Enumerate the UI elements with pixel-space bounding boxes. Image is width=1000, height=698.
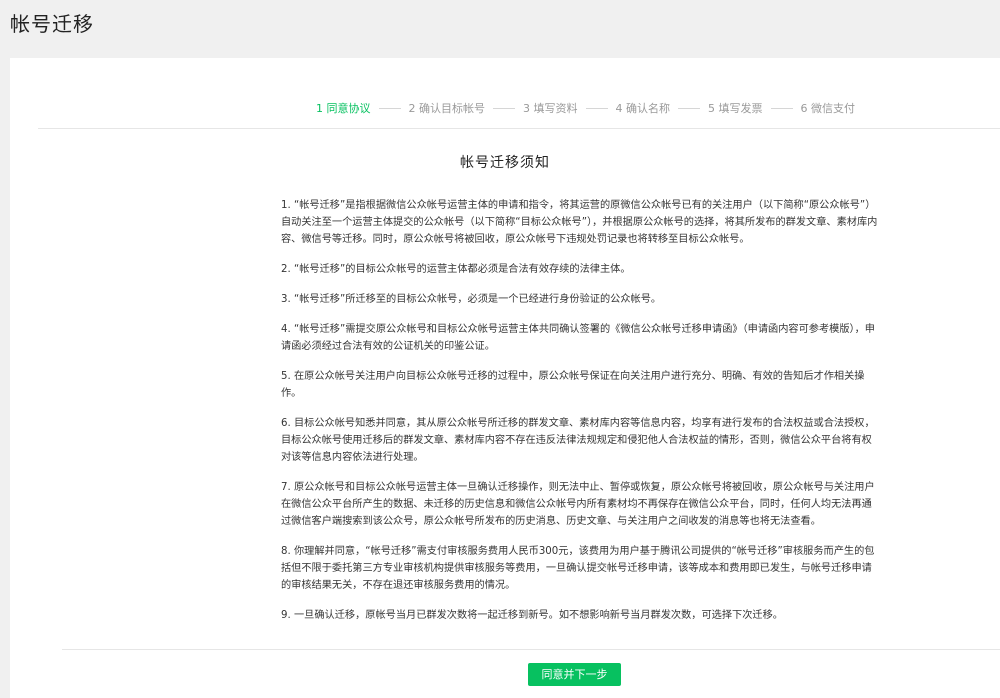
step-4: 4 确认名称: [615, 102, 671, 115]
term-item: 2. “帐号迁移”的目标公众帐号的运营主体都必须是合法有效存续的法律主体。: [281, 264, 631, 275]
footer-divider: [62, 649, 1000, 650]
term-item: 8. 你理解并同意，“帐号迁移”需支付审核服务费用人民币300元，该费用为用户基…: [281, 546, 875, 591]
step-1: 1 同意协议: [316, 102, 371, 115]
terms-list: 1. “帐号迁移”是指根据微信公众帐号运营主体的申请和指令，将其运营的原微信公众…: [281, 197, 879, 637]
step-separator: [678, 107, 700, 109]
term-item: 7. 原公众帐号和目标公众帐号运营主体一旦确认迁移操作，则无法中止、暂停或恢复，…: [281, 482, 875, 527]
step-progress: 1 同意协议 2 确认目标帐号 3 填写资料 4 确认名称 5 填写发票 6 微…: [316, 100, 855, 116]
term-item: 5. 在原公众帐号关注用户向目标公众帐号迁移的过程中，原公众帐号保证在向关注用户…: [281, 371, 865, 399]
page-title: 帐号迁移: [10, 12, 94, 36]
step-separator: [770, 107, 793, 109]
term-item: 3. “帐号迁移”所迁移至的目标公众帐号，必须是一个已经进行身份验证的公众帐号。: [281, 294, 662, 305]
step-5: 5 填写发票: [708, 102, 763, 115]
term-item: 4. “帐号迁移”需提交原公众帐号和目标公众帐号运营主体共同确认签署的《微信公众…: [281, 324, 875, 352]
step-6: 6 微信支付: [800, 102, 856, 115]
term-item: 1. “帐号迁移”是指根据微信公众帐号运营主体的申请和指令，将其运营的原微信公众…: [281, 200, 878, 245]
notice-title: 帐号迁移须知: [460, 155, 550, 171]
step-separator: [378, 107, 401, 109]
term-item: 6. 目标公众帐号知悉并同意，其从原公众帐号所迁移的群发文章、素材库内容等信息内…: [281, 418, 875, 463]
agree-next-button[interactable]: 同意并下一步: [528, 663, 621, 686]
main-card: 1 同意协议 2 确认目标帐号 3 填写资料 4 确认名称 5 填写发票 6 微…: [10, 58, 1000, 698]
steps-divider: [38, 128, 1000, 129]
step-2: 2 确认目标帐号: [408, 102, 486, 115]
step-separator: [493, 107, 515, 109]
term-item: 9. 一旦确认迁移，原帐号当月已群发次数将一起迁移到新号。如不想影响新号当月群发…: [281, 610, 783, 621]
step-separator: [585, 107, 608, 109]
step-3: 3 填写资料: [523, 102, 578, 115]
